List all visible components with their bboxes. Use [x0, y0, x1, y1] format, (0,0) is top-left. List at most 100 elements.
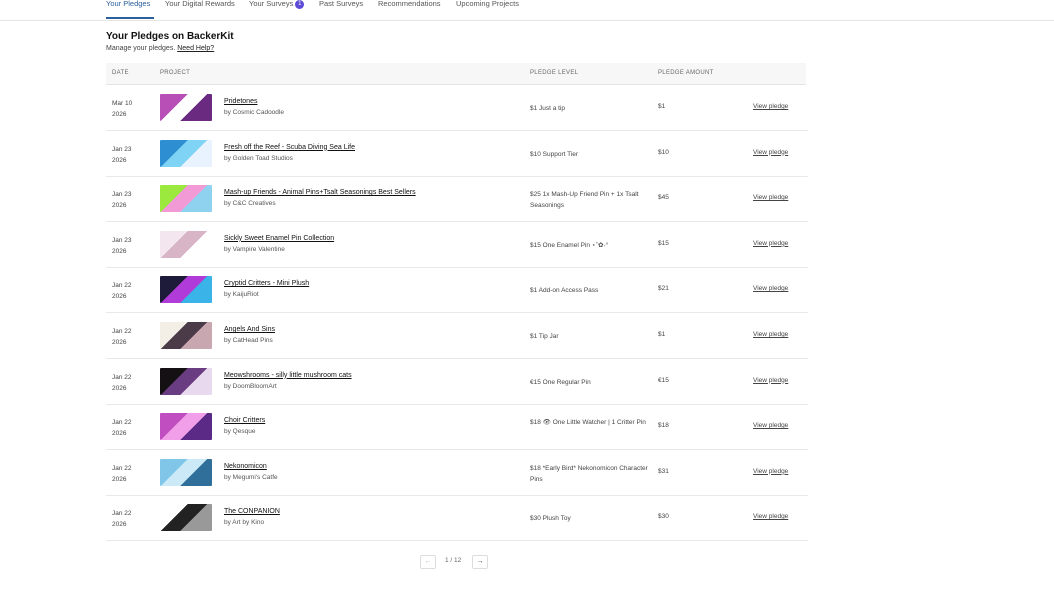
- tab-past-surveys[interactable]: Past Surveys: [319, 0, 363, 8]
- project-thumbnail[interactable]: [160, 230, 212, 258]
- pledge-date-day: Jan 22: [112, 282, 132, 290]
- table-row: Jan 22 2026 Angels And Sins by CatHead P…: [106, 313, 808, 359]
- project-title-link[interactable]: Choir Critters: [224, 417, 265, 424]
- table-row: Jan 22 2026 Choir Critters by Qesque $18…: [106, 404, 808, 451]
- project-title-link[interactable]: Pridetones: [224, 98, 257, 105]
- project-title-link[interactable]: Mash-up Friends - Animal Pins+Tsalt Seas…: [224, 189, 416, 196]
- pledge-date-year: 2026: [112, 475, 127, 483]
- project-thumbnail[interactable]: [160, 367, 212, 395]
- pledge-amount: $10: [658, 148, 669, 156]
- project-creator: by Cosmic Cadoodle: [224, 109, 284, 116]
- pledge-date-year: 2026: [112, 293, 127, 301]
- tab-your-surveys[interactable]: Your Surveys 1: [249, 0, 305, 9]
- project-thumbnail[interactable]: [160, 413, 212, 441]
- table-row: Jan 23 2026 Sickly Sweet Enamel Pin Coll…: [106, 222, 808, 268]
- header-project: PROJECT: [160, 70, 191, 76]
- tab-upcoming-projects[interactable]: Upcoming Projects: [456, 0, 519, 8]
- project-thumbnail[interactable]: [160, 458, 212, 486]
- project-creator: by Vampire Valentine: [224, 245, 285, 253]
- table-row: Jan 22 2026 Meowshrooms - silly little m…: [106, 359, 808, 405]
- view-pledge-link[interactable]: View pledge: [753, 194, 788, 201]
- tab-recommendations[interactable]: Recommendations: [378, 0, 441, 8]
- page-title: Your Pledges on BackerKit: [106, 31, 234, 42]
- view-pledge-link[interactable]: View pledge: [753, 149, 788, 156]
- tab-digital-rewards[interactable]: Your Digital Rewards: [165, 0, 235, 8]
- pledge-date-day: Jan 23: [112, 191, 132, 199]
- table-row: Jan 23 2026 Mash-up Friends - Animal Pin…: [106, 176, 808, 223]
- pledge-date-day: Jan 23: [112, 145, 132, 153]
- pledge-date-year: 2026: [112, 430, 127, 438]
- prev-page-button[interactable]: ←: [420, 555, 436, 569]
- header-pledge-level: PLEDGE LEVEL: [530, 70, 579, 76]
- project-creator: by CatHead Pins: [224, 337, 273, 344]
- view-pledge-link[interactable]: View pledge: [753, 331, 788, 338]
- header-pledge-amount: PLEDGE AMOUNT: [658, 70, 714, 76]
- pledge-date: Jan 22 2026: [112, 508, 132, 530]
- project-title-link[interactable]: Meowshrooms - silly little mushroom cats: [224, 372, 352, 379]
- surveys-count-badge: 1: [295, 0, 305, 9]
- view-pledge-link[interactable]: View pledge: [753, 240, 788, 247]
- project-thumbnail[interactable]: [160, 94, 212, 121]
- active-tab-indicator: [106, 17, 154, 19]
- view-pledge-link[interactable]: View pledge: [753, 285, 788, 292]
- project-thumbnail[interactable]: [160, 139, 212, 167]
- subtitle-text: Manage your pledges.: [106, 45, 176, 52]
- pledge-date: Jan 23 2026: [112, 144, 132, 166]
- project-thumbnail[interactable]: [160, 322, 212, 349]
- page-indicator: 1 / 12: [445, 557, 462, 564]
- view-pledge-link[interactable]: View pledge: [753, 103, 788, 110]
- project-thumbnail[interactable]: [160, 504, 212, 532]
- project-creator: by DoomBloomArt: [224, 382, 277, 390]
- pledge-date-year: 2026: [112, 384, 127, 392]
- need-help-link[interactable]: Need Help?: [177, 45, 214, 52]
- pledge-level: $18 👁 One Little Watcher | 1 Critter Pin: [530, 419, 646, 427]
- project-title-link[interactable]: Cryptid Critters - Mini Plush: [224, 280, 309, 287]
- project-thumbnail[interactable]: [160, 185, 212, 213]
- tab-your-pledges[interactable]: Your Pledges: [106, 0, 150, 8]
- pledge-date-year: 2026: [112, 156, 127, 164]
- pledge-level: $10 Support Tier: [530, 150, 579, 158]
- project-title-link[interactable]: The CONPANION: [224, 508, 280, 515]
- pledge-date-year: 2026: [112, 339, 127, 346]
- project-title-link[interactable]: Fresh off the Reef - Scuba Diving Sea Li…: [224, 144, 355, 151]
- table-row: Jan 22 2026 The CONPANION by Art by Kino…: [106, 495, 808, 542]
- next-page-button[interactable]: →: [472, 555, 488, 569]
- pledge-date-year: 2026: [112, 521, 127, 529]
- pledge-date-day: Jan 22: [112, 373, 132, 381]
- project-creator: by Golden Toad Studios: [224, 154, 293, 162]
- pledge-level: €15 One Regular Pin: [530, 378, 591, 386]
- table-row: Jan 22 2026 Cryptid Critters - Mini Plus…: [106, 267, 808, 314]
- project-creator: by Qesque: [224, 428, 256, 436]
- view-pledge-link[interactable]: View pledge: [753, 422, 788, 429]
- pledge-amount: $21: [658, 285, 669, 293]
- table-row: Jan 23 2026 Fresh off the Reef - Scuba D…: [106, 131, 808, 177]
- project-creator: by Megumi's Catfe: [224, 473, 278, 481]
- pledge-level: $1 Tip Jar: [530, 333, 559, 340]
- pledge-date-year: 2026: [112, 111, 127, 118]
- pledge-date-day: Jan 22: [112, 464, 132, 472]
- project-title-link[interactable]: Sickly Sweet Enamel Pin Collection: [224, 235, 334, 242]
- pledge-level: $15 One Enamel Pin ⋆˚✿˖°: [530, 241, 609, 249]
- tab-your-surveys-label: Your Surveys: [249, 0, 294, 8]
- pledge-date: Jan 22 2026: [112, 463, 132, 485]
- project-title-link[interactable]: Nekonomicon: [224, 463, 267, 470]
- pledge-date: Jan 22 2026: [112, 280, 132, 302]
- pledge-date-day: Mar 10: [112, 100, 133, 107]
- pledge-date-day: Jan 22: [112, 419, 132, 427]
- table-row: Jan 22 2026 Nekonomicon by Megumi's Catf…: [106, 450, 808, 496]
- view-pledge-link[interactable]: View pledge: [753, 513, 788, 520]
- view-pledge-link[interactable]: View pledge: [753, 468, 788, 475]
- project-creator: by KaijuRiot: [224, 291, 259, 299]
- pledge-amount: $30: [658, 513, 669, 521]
- project-title-link[interactable]: Angels And Sins: [224, 326, 275, 333]
- table-header: DATE PROJECT PLEDGE LEVEL PLEDGE AMOUNT: [106, 63, 806, 85]
- project-creator: by C&C Creatives: [224, 200, 276, 208]
- project-thumbnail[interactable]: [160, 276, 212, 304]
- pledge-date-day: Jan 23: [112, 236, 132, 244]
- pledge-date: Jan 22 2026: [112, 372, 132, 394]
- pledge-level: $30 Plush Toy: [530, 515, 571, 523]
- pledge-date-day: Jan 22: [112, 328, 132, 335]
- pledge-amount: $18: [658, 422, 669, 430]
- view-pledge-link[interactable]: View pledge: [753, 377, 788, 384]
- pledge-date: Jan 22 2026: [112, 326, 132, 348]
